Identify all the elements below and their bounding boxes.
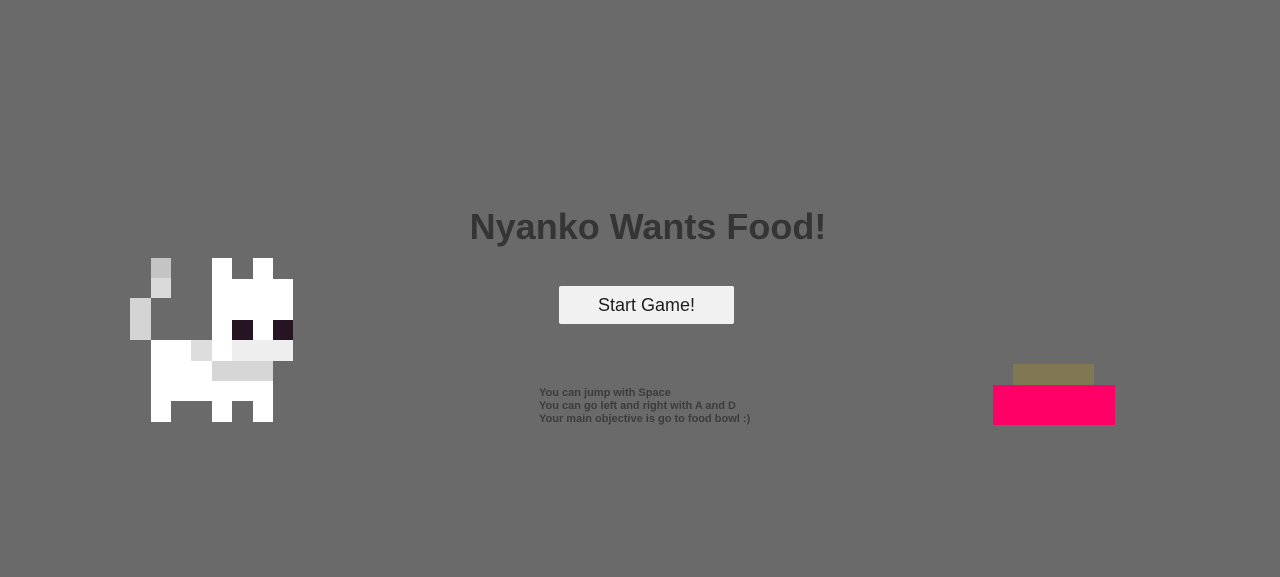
cat-leg xyxy=(151,401,171,422)
cat-eye-left xyxy=(232,320,253,340)
cat-tail-base xyxy=(130,298,151,340)
instruction-line: You can jump with Space xyxy=(539,387,671,399)
food-pile xyxy=(1013,364,1094,385)
cat-tail-tip xyxy=(151,258,171,278)
bowl-body xyxy=(993,385,1115,425)
instruction-line: Your main objective is go to food bowl :… xyxy=(539,413,751,425)
cat-ear-right xyxy=(253,258,273,279)
cat-chin-shade xyxy=(232,340,293,361)
cat-shoulder-shade xyxy=(191,340,212,361)
cat-leg xyxy=(212,401,232,422)
food-bowl-sprite xyxy=(993,364,1115,425)
cat-tail xyxy=(151,278,171,298)
cat-sprite xyxy=(130,258,293,422)
cat-chest-shade xyxy=(212,361,273,381)
start-game-button[interactable]: Start Game! xyxy=(559,286,734,324)
instructions: You can jump with Space You can go left … xyxy=(539,387,750,426)
cat-leg xyxy=(253,401,273,422)
cat-eye-right xyxy=(273,320,293,340)
instruction-line: You can go left and right with A and D xyxy=(539,400,736,412)
cat-ear-left xyxy=(212,258,232,279)
